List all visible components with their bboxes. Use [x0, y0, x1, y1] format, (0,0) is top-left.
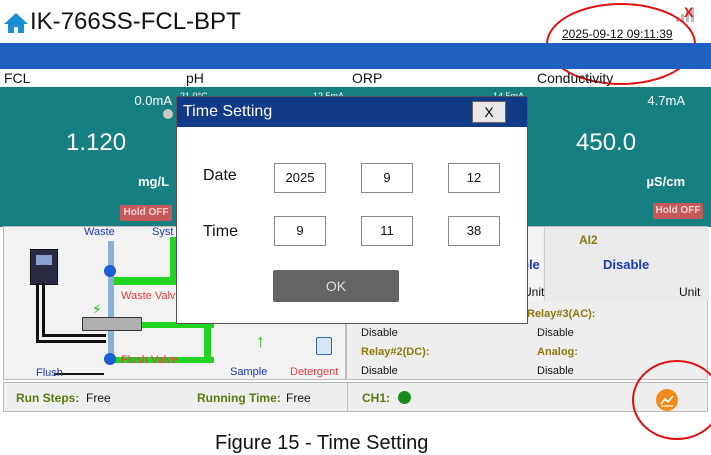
column-orp: ORP — [352, 70, 383, 86]
relay2-value: Disable — [361, 365, 398, 377]
waste-valve-label: Waste Valv — [121, 290, 176, 302]
lightning-icon: ⚡ — [92, 301, 102, 317]
ch1-status-indicator — [398, 391, 411, 404]
flush-valve-label: Flush Valve — [121, 354, 178, 366]
time-setting-dialog: Time Setting X Date 2025 9 12 Time 9 11 … — [176, 96, 528, 324]
ai2-label: AI2 — [579, 233, 598, 247]
ok-button[interactable]: OK — [273, 270, 399, 302]
time-minute-field[interactable]: 11 — [361, 216, 413, 246]
conductivity-hold-button[interactable]: Hold OFF — [653, 203, 703, 219]
time-label: Time — [203, 223, 238, 240]
ai2-status: Disable — [603, 257, 650, 272]
running-time-label: Running Time: — [197, 391, 281, 405]
fcl-hold-button[interactable]: Hold OFF — [120, 205, 172, 221]
analog-label: Analog: — [537, 346, 578, 358]
dialog-title: Time Setting — [183, 103, 273, 120]
figure-caption: Figure 15 - Time Setting — [215, 432, 429, 454]
column-fcl: FCL — [4, 70, 31, 86]
time-second-field[interactable]: 38 — [448, 216, 500, 246]
header-bar — [0, 43, 711, 69]
waste-label: Waste — [84, 226, 115, 238]
app-title: IK-766SS-FCL-BPT — [30, 8, 241, 35]
dialog-titlebar: Time Setting X — [177, 97, 527, 127]
arrow-up-icon: ↑ — [256, 331, 265, 351]
footer-bar: Run Steps: Free Running Time: Free CH1: — [3, 382, 708, 412]
sensor-icon — [82, 317, 142, 331]
fcl-value: 1.120 — [66, 129, 127, 156]
conductivity-value: 450.0 — [576, 129, 637, 156]
ai2-unit: Unit — [679, 285, 701, 299]
fcl-panel[interactable]: 0.0mA 1.120 mg/L Hold OFF — [0, 87, 178, 227]
relay3-label: Relay#3(AC): — [527, 308, 596, 320]
fcl-unit: mg/L — [138, 174, 170, 189]
fcl-status-dot — [163, 109, 173, 119]
relay1-value: Disable — [361, 327, 398, 339]
controller-device-icon — [30, 249, 58, 285]
date-year-field[interactable]: 2025 — [274, 163, 326, 193]
fcl-current: 0.0mA — [134, 93, 172, 108]
sample-label: Sample — [230, 366, 268, 378]
conductivity-unit: µS/cm — [646, 174, 685, 189]
annotation-circle-chart — [632, 360, 711, 440]
waste-valve-icon[interactable] — [104, 265, 116, 277]
date-day-field[interactable]: 12 — [448, 163, 500, 193]
alert-mark: X — [684, 4, 694, 20]
run-steps-value: Free — [86, 391, 111, 405]
column-conductivity: Conductivity — [537, 70, 614, 86]
detergent-bottle-icon — [316, 337, 332, 355]
date-label: Date — [203, 167, 237, 184]
run-steps-label: Run Steps: — [16, 391, 80, 405]
analog-value: Disable — [537, 365, 574, 377]
relay3-value: Disable — [537, 327, 574, 339]
ch1-label: CH1: — [362, 391, 391, 405]
conductivity-current: 4.7mA — [647, 93, 685, 108]
flush-valve-icon[interactable] — [104, 353, 116, 365]
close-button[interactable]: X — [472, 101, 506, 123]
detergent-label: Detergent — [290, 366, 339, 378]
flush-label: Flush — [36, 367, 63, 379]
column-ph: pH — [186, 70, 204, 86]
conductivity-panel[interactable]: 4.7mA 450.0 µS/cm Hold OFF — [530, 87, 711, 227]
date-month-field[interactable]: 9 — [361, 163, 413, 193]
running-time-value: Free — [286, 391, 311, 405]
relay2-label: Relay#2(DC): — [361, 346, 430, 358]
home-icon[interactable] — [3, 12, 29, 34]
time-hour-field[interactable]: 9 — [274, 216, 326, 246]
